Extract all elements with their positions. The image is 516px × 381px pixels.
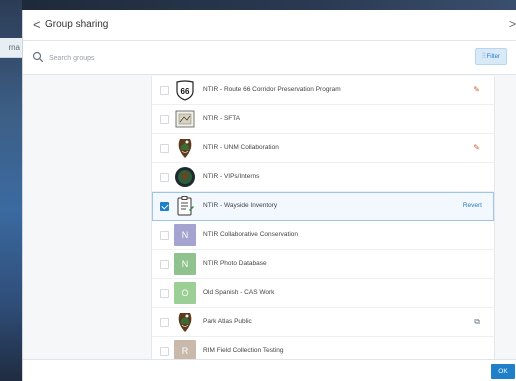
group-row[interactable]: N NTIR Collaborative Conservation (152, 221, 494, 250)
group-name: Park Atlas Public (203, 318, 252, 325)
filter-button[interactable]: ⫶⫶Filter (475, 48, 507, 65)
background-header (22, 0, 516, 10)
group-name: NTIR - SFTA (203, 115, 241, 122)
group-name: NTIR Collaborative Conservation (203, 231, 299, 238)
group-row[interactable]: R RIM Field Collection Testing (152, 337, 494, 359)
group-checkbox[interactable] (160, 86, 169, 95)
pencil-icon[interactable]: ✎ (473, 143, 480, 152)
back-button[interactable]: < (33, 18, 41, 32)
group-name: Old Spanish - CAS Work (203, 289, 275, 296)
ok-button[interactable]: OK (491, 364, 515, 379)
group-row[interactable]: NTIR - SFTA (152, 105, 494, 134)
group-name: NTIR - Wayside Inventory (203, 202, 278, 209)
background-page: rna (0, 0, 22, 381)
sfta-logo-icon (174, 108, 196, 130)
group-name: RIM Field Collection Testing (203, 347, 284, 354)
pencil-icon[interactable]: ✎ (473, 85, 480, 94)
group-checkbox[interactable] (160, 318, 169, 327)
group-name: NTIR Photo Database (203, 260, 267, 267)
filter-icon: ⫶⫶ (482, 53, 486, 60)
group-name: NTIR - VIPs/Interns (203, 173, 260, 180)
group-row[interactable]: NTIR - UNM Collaboration ✎ (152, 134, 494, 163)
group-thumbnail: N (174, 224, 196, 246)
group-row[interactable]: NTIR - VIPs/Interns (152, 163, 494, 192)
revert-link[interactable]: Revert (463, 202, 482, 209)
svg-text:66: 66 (181, 87, 190, 96)
nps-arrowhead-icon (174, 311, 196, 333)
group-name: NTIR - UNM Collaboration (203, 144, 279, 151)
background-toolbar: rna (0, 38, 22, 58)
group-list-area[interactable]: 66 NTIR - Route 66 Corridor Preservation … (23, 76, 516, 359)
group-name: NTIR - Route 66 Corridor Preservation Pr… (203, 86, 341, 93)
background-partial-label: rna (8, 43, 20, 52)
group-thumbnail: O (174, 282, 196, 304)
group-checkbox[interactable] (160, 173, 169, 182)
group-row[interactable]: N NTIR Photo Database (152, 250, 494, 279)
group-checkbox[interactable] (160, 144, 169, 153)
group-checkbox[interactable] (160, 115, 169, 124)
group-sharing-dialog: < Group sharing > ⫶⫶Filter 66 NTIR - Rout… (22, 10, 516, 381)
close-button[interactable]: > (509, 17, 516, 31)
search-bar: ⫶⫶Filter (23, 41, 516, 75)
group-row[interactable]: Park Atlas Public ⧉ (152, 308, 494, 337)
clipboard-icon (174, 195, 196, 217)
group-row[interactable]: NTIR - Wayside Inventory Revert (152, 192, 494, 221)
route-66-shield-icon: 66 (174, 79, 196, 101)
group-row[interactable]: O Old Spanish - CAS Work (152, 279, 494, 308)
group-checkbox[interactable] (160, 347, 169, 356)
shared-icon: ⧉ (474, 317, 480, 326)
group-thumbnail: N (174, 253, 196, 275)
group-checkbox[interactable] (160, 289, 169, 298)
group-checkbox[interactable] (160, 260, 169, 269)
vip-badge-icon (174, 166, 196, 188)
dialog-header: < Group sharing > (23, 10, 516, 41)
group-row[interactable]: 66 NTIR - Route 66 Corridor Preservation … (152, 76, 494, 105)
filter-label: Filter (486, 54, 500, 60)
dialog-title: Group sharing (45, 19, 109, 30)
search-icon (32, 51, 44, 63)
search-input[interactable] (49, 48, 449, 68)
dialog-footer: OK (23, 359, 516, 381)
nps-arrowhead-icon (174, 137, 196, 159)
group-checkbox[interactable] (160, 202, 169, 211)
group-checkbox[interactable] (160, 231, 169, 240)
group-list: 66 NTIR - Route 66 Corridor Preservation … (151, 76, 495, 359)
group-thumbnail: R (174, 340, 196, 359)
